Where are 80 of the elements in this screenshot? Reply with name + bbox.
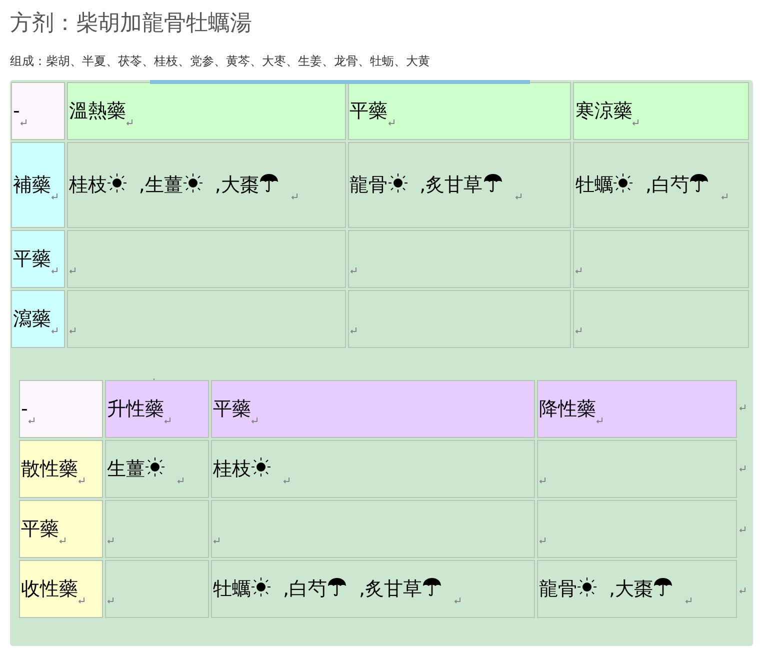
page-title: 方剂：柴胡加龍骨牡蠣湯 — [10, 10, 253, 38]
herb-name: 龍骨 — [350, 174, 388, 196]
umbrella-icon — [327, 576, 348, 597]
herb-name: ,大棗 — [214, 174, 259, 196]
herb-name: 桂枝 — [68, 174, 107, 196]
paragraph-mark-icon — [575, 267, 582, 274]
row-label: 平藥 — [21, 518, 59, 540]
herb-name: ,白芍 — [283, 578, 328, 600]
paragraph-mark-icon — [107, 597, 114, 604]
paragraph-mark-icon — [739, 587, 746, 594]
paragraph-mark-icon — [283, 477, 290, 484]
paragraph-mark-icon — [177, 477, 184, 484]
herb-name: 牡蠣 — [213, 578, 251, 600]
paragraph-mark-icon — [107, 537, 114, 544]
paragraph-mark-icon — [68, 267, 76, 274]
composition-text: 组成：柴胡、半夏、茯苓、桂枝、党参、黄芩、大枣、生姜、龙骨、牡蛎、大黄 — [10, 53, 431, 70]
paragraph-mark-icon — [539, 537, 546, 544]
paragraph-mark-icon — [388, 119, 395, 126]
umbrella-icon — [482, 172, 503, 193]
sun-icon — [388, 172, 408, 193]
paragraph-mark-icon — [78, 477, 85, 484]
umbrella-icon — [653, 576, 674, 597]
header-text: 平藥 — [350, 100, 388, 122]
sun-icon — [251, 576, 271, 597]
paragraph-mark-icon — [350, 327, 357, 334]
header-text: 降性藥 — [539, 398, 596, 420]
paragraph-mark-icon — [739, 404, 746, 412]
herb-name: 牡蠣 — [575, 174, 614, 196]
herb-name: ,炙甘草 — [359, 578, 422, 600]
sun-icon — [182, 172, 203, 193]
header-text: 升性藥 — [107, 398, 164, 420]
umbrella-icon — [258, 172, 279, 193]
paragraph-mark-icon — [213, 537, 220, 544]
row-label: 瀉藥 — [13, 308, 51, 330]
paragraph-mark-icon — [164, 417, 171, 424]
paragraph-mark-icon — [514, 193, 522, 200]
header-text: 寒涼藥 — [575, 100, 632, 122]
herb-name: 生薑 — [107, 458, 145, 480]
paragraph-mark-icon — [51, 327, 58, 334]
paragraph-mark-icon — [739, 465, 746, 472]
herb-name: ,大棗 — [609, 578, 654, 600]
row-label: 收性藥 — [21, 578, 78, 600]
row-label: 平藥 — [13, 248, 51, 270]
header-text: 平藥 — [213, 398, 251, 420]
paragraph-mark-icon — [596, 417, 603, 424]
sun-icon — [106, 172, 127, 193]
paragraph-mark-icon — [350, 267, 357, 274]
umbrella-icon — [422, 576, 442, 597]
paragraph-mark-icon — [51, 267, 58, 274]
paragraph-mark-icon — [78, 597, 85, 604]
row-label: 散性藥 — [21, 458, 78, 480]
corner-text: - — [21, 398, 28, 420]
paragraph-mark-icon — [126, 119, 133, 126]
sun-icon — [145, 456, 165, 477]
paragraph-mark-icon — [685, 597, 692, 604]
row-label: 補藥 — [13, 174, 51, 196]
header-text: 溫熱藥 — [68, 100, 126, 122]
umbrella-icon — [689, 172, 710, 193]
paragraph-mark-icon — [59, 537, 66, 544]
paragraph-mark-icon — [51, 193, 58, 200]
herb-name: ,炙甘草 — [420, 174, 483, 196]
corner-text: - — [13, 100, 20, 122]
sun-icon — [613, 172, 634, 193]
paragraph-mark-icon — [575, 327, 582, 334]
paragraph-mark-icon — [739, 526, 746, 534]
paragraph-mark-icon — [454, 597, 462, 604]
herb-name: 龍骨 — [539, 578, 577, 600]
paragraph-mark-icon — [251, 417, 258, 424]
paragraph-mark-icon — [721, 193, 728, 200]
paragraph-mark-icon — [28, 417, 35, 424]
paragraph-mark-icon — [20, 119, 27, 126]
paragraph-mark-icon — [539, 477, 546, 484]
paragraph-mark-icon — [632, 119, 640, 126]
sun-icon — [251, 456, 271, 477]
herb-name: ,生薑 — [138, 174, 183, 196]
herb-name: ,白芍 — [645, 174, 690, 196]
sun-icon — [577, 576, 597, 597]
paragraph-mark-icon — [68, 327, 76, 334]
herb-name: 桂枝 — [213, 458, 251, 480]
paragraph-mark-icon — [290, 193, 298, 200]
